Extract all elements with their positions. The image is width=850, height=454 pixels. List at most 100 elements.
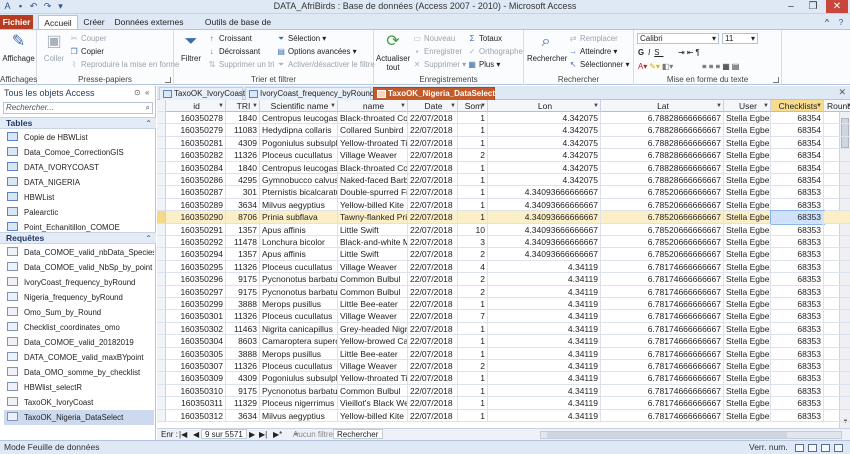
table-cell[interactable]: 1 [458, 112, 488, 125]
table-cell[interactable]: 68353 [771, 322, 824, 336]
table-cell[interactable]: Stella Egbe [724, 298, 771, 311]
column-dropdown-icon[interactable]: ▼ [252, 100, 258, 111]
row-selector[interactable] [157, 360, 166, 373]
new-record-nav-button[interactable]: ▶* [273, 429, 282, 440]
row-selector[interactable] [157, 149, 166, 162]
totals-button[interactable]: Σ Totaux [467, 33, 502, 44]
table-cell[interactable]: Stella Egbe [724, 161, 771, 174]
table-cell[interactable]: Stella Egbe [724, 384, 771, 398]
table-cell[interactable] [824, 199, 850, 212]
table-cell[interactable]: 8603 [226, 335, 260, 348]
table-cell[interactable]: Black-throated Coucal [338, 112, 408, 125]
table-cell[interactable]: 22/07/2018 [408, 236, 458, 249]
table-cell[interactable]: Pogoniulus subsulphureus [260, 372, 338, 385]
color-buttons[interactable]: A▾ ✎▾ ◧▾ [638, 61, 673, 72]
table-cell[interactable]: 4.34119 [488, 384, 601, 398]
table-cell[interactable]: 160350291 [166, 223, 226, 236]
table-cell[interactable]: 160350286 [166, 174, 226, 187]
table-cell[interactable]: 160350278 [166, 112, 226, 125]
table-cell[interactable]: 68353 [771, 384, 824, 398]
table-cell[interactable]: Yellow-billed Kite [338, 409, 408, 422]
table-cell[interactable]: 68353 [771, 273, 824, 286]
pivottable-view-icon[interactable] [808, 444, 817, 452]
table-cell[interactable]: 22/07/2018 [408, 409, 458, 422]
table-cell[interactable]: 6.78174666666667 [601, 310, 724, 323]
nav-query-item[interactable]: HBWlist_selectR [4, 380, 154, 395]
table-cell[interactable]: Common Bulbul [338, 285, 408, 298]
table-cell[interactable] [824, 124, 850, 137]
table-cell[interactable]: Tawny-flanked Prinia [338, 211, 408, 224]
align-left-icon[interactable]: ≡ [702, 62, 707, 71]
nav-header[interactable]: Tous les objets Access ⊙ « [0, 86, 156, 100]
table-cell[interactable]: Ploceus cucullatus [260, 149, 338, 162]
table-cell[interactable]: 160350282 [166, 149, 226, 162]
table-cell[interactable]: 22/07/2018 [408, 285, 458, 298]
previous-record-button[interactable]: ◀ [193, 429, 199, 440]
table-cell[interactable]: Village Weaver [338, 260, 408, 274]
table-cell[interactable]: 9175 [226, 273, 260, 286]
column-dropdown-icon[interactable]: ▼ [218, 100, 224, 111]
table-cell[interactable]: 160350290 [166, 211, 226, 224]
indent-icon[interactable]: ⇥ [678, 48, 685, 57]
table-cell[interactable]: Village Weaver [338, 149, 408, 162]
column-header[interactable]: Checklists ▼ [771, 100, 824, 112]
table-cell[interactable]: Milvus aegyptius [260, 409, 338, 422]
underline-icon[interactable]: S [654, 48, 663, 57]
table-cell[interactable]: 6.78520666666667 [601, 186, 724, 199]
new-record-button[interactable]: ▭ Nouveau [412, 33, 455, 44]
nav-query-item[interactable]: Data_COMOE_valid_20182019 [4, 335, 154, 350]
column-header[interactable]: Lat ▼ [601, 100, 724, 112]
table-cell[interactable] [824, 310, 850, 323]
table-cell[interactable]: 2 [458, 248, 488, 261]
table-cell[interactable]: 160350287 [166, 186, 226, 199]
table-cell[interactable]: 11326 [226, 149, 260, 162]
table-cell[interactable] [824, 286, 850, 298]
table-cell[interactable]: Stella Egbe [724, 335, 771, 348]
table-cell[interactable]: 4.34119 [488, 372, 601, 385]
table-cell[interactable]: 22/07/2018 [408, 260, 458, 274]
table-cell[interactable]: 22/07/2018 [408, 322, 458, 336]
replace-button[interactable]: ⇄ Remplacer [568, 33, 618, 44]
table-cell[interactable]: 68353 [771, 335, 824, 348]
table-cell[interactable]: 6.78520666666667 [601, 198, 724, 212]
table-cell[interactable]: 3 [458, 236, 488, 249]
text-format-launcher-icon[interactable] [773, 77, 779, 83]
table-cell[interactable]: 2 [458, 360, 488, 373]
table-cell[interactable]: 22/07/2018 [408, 211, 458, 224]
table-cell[interactable]: Pycnonotus barbatus [260, 273, 338, 286]
column-dropdown-icon[interactable]: ▼ [846, 100, 850, 111]
table-cell[interactable]: Stella Egbe [724, 186, 771, 199]
table-cell[interactable]: 8706 [226, 211, 260, 224]
select-button[interactable]: ↖ Sélectionner ▾ [568, 59, 630, 70]
table-cell[interactable]: 4.34119 [488, 322, 601, 336]
table-cell[interactable]: 1 [458, 161, 488, 174]
tab-creer[interactable]: Créer [80, 15, 108, 29]
table-cell[interactable]: 160350304 [166, 335, 226, 348]
table-cell[interactable]: 6.78174666666667 [601, 347, 724, 360]
table-cell[interactable]: Little Bee-eater [338, 298, 408, 311]
table-cell[interactable]: 6.78174666666667 [601, 298, 724, 311]
table-cell[interactable]: 68353 [771, 198, 824, 212]
table-cell[interactable]: Grey-headed Nigrita [338, 322, 408, 336]
table-cell[interactable]: 160350305 [166, 347, 226, 360]
table-cell[interactable]: Apus affinis [260, 223, 338, 236]
table-cell[interactable]: 1357 [226, 223, 260, 236]
table-cell[interactable]: 160350294 [166, 248, 226, 261]
table-cell[interactable]: 4.34119 [488, 335, 601, 348]
row-selector[interactable] [157, 248, 166, 261]
nav-menu-icon[interactable]: ⊙ [134, 86, 141, 100]
table-cell[interactable]: 4.34119 [488, 260, 601, 274]
table-cell[interactable]: 6.78174666666667 [601, 384, 724, 398]
table-cell[interactable]: 2 [458, 149, 488, 162]
row-selector[interactable] [157, 124, 166, 137]
next-record-button[interactable]: ▶ [249, 429, 255, 440]
row-selector[interactable] [157, 223, 166, 236]
column-dropdown-icon[interactable]: ▼ [816, 100, 822, 111]
nav-query-item[interactable]: Data_OMO_somme_by_checklist [4, 365, 154, 380]
table-cell[interactable]: 1 [458, 174, 488, 187]
nav-query-item[interactable]: Data_COMOE_valid_NbSp_by_point [4, 260, 154, 275]
table-cell[interactable]: 22/07/2018 [408, 136, 458, 150]
table-cell[interactable]: Milvus aegyptius [260, 198, 338, 212]
table-cell[interactable] [824, 360, 850, 373]
table-cell[interactable]: Pogoniulus subsulphureus [260, 136, 338, 150]
